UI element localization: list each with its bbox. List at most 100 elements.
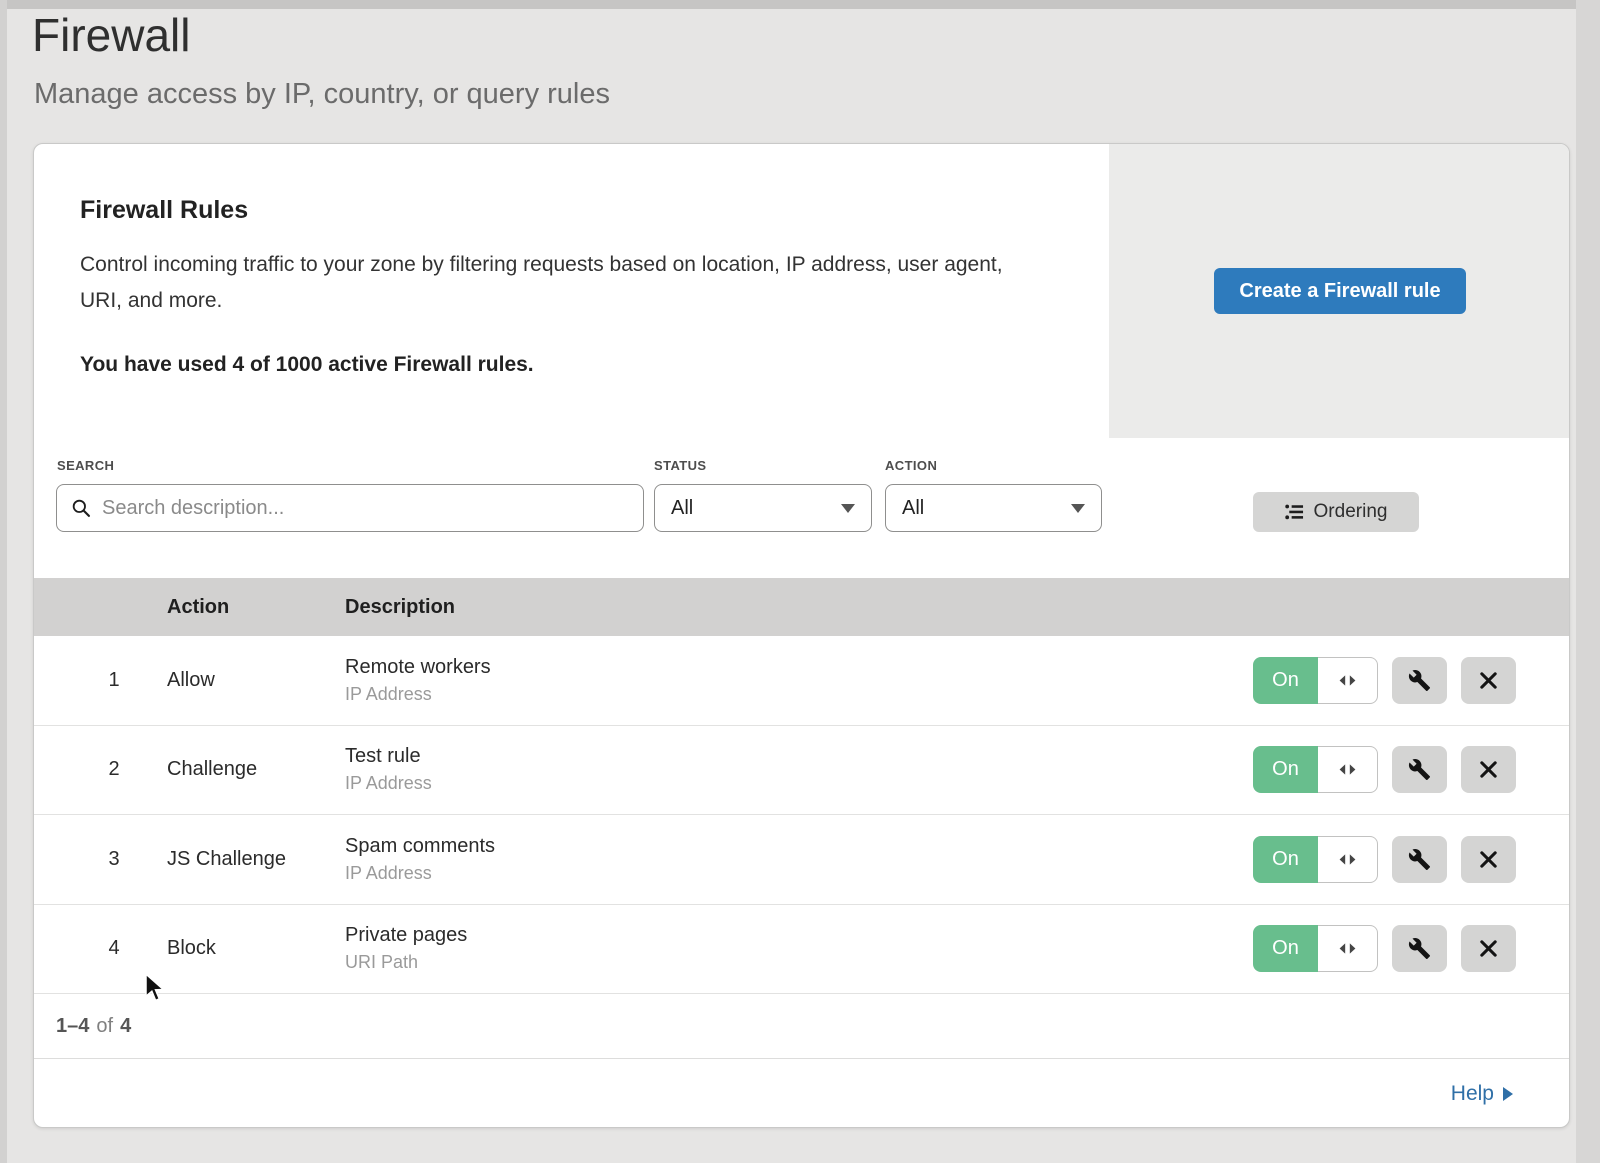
rule-enabled-toggle[interactable]: On [1253, 746, 1378, 793]
create-firewall-rule-button[interactable]: Create a Firewall rule [1214, 268, 1466, 314]
edit-rule-button[interactable] [1392, 925, 1447, 972]
ordering-button-label: Ordering [1314, 501, 1388, 523]
search-box[interactable] [56, 484, 644, 532]
rule-enabled-toggle[interactable]: On [1253, 925, 1378, 972]
window-edge-right [1576, 0, 1600, 1163]
card-action-panel: Create a Firewall rule [1109, 144, 1570, 438]
action-select-value: All [902, 497, 924, 520]
close-icon [1478, 670, 1499, 691]
delete-rule-button[interactable] [1461, 746, 1516, 793]
table-row: 3 JS Challenge Spam comments IP Address … [34, 815, 1569, 905]
delete-rule-button[interactable] [1461, 657, 1516, 704]
rule-controls: On [1253, 657, 1516, 704]
toggle-on-label: On [1253, 657, 1318, 704]
rule-description: Private pages [345, 924, 1253, 947]
wrench-icon [1408, 669, 1431, 692]
card-intro: Firewall Rules Control incoming traffic … [34, 144, 1109, 438]
firewall-page: Firewall Manage access by IP, country, o… [0, 0, 1600, 1163]
search-icon [71, 498, 91, 518]
rule-action: Allow [167, 669, 345, 692]
caret-down-icon [1071, 504, 1085, 513]
toggle-handle[interactable] [1318, 836, 1378, 883]
toggle-arrows-icon [1336, 763, 1359, 776]
rule-description-cell: Spam comments IP Address [345, 835, 1253, 884]
card-heading: Firewall Rules [80, 196, 1109, 225]
edit-rule-button[interactable] [1392, 657, 1447, 704]
toggle-handle[interactable] [1318, 657, 1378, 704]
card-top-section: Firewall Rules Control incoming traffic … [34, 144, 1569, 438]
action-column-header: Action [167, 596, 345, 619]
rule-priority: 2 [34, 758, 167, 781]
toggle-on-label: On [1253, 925, 1318, 972]
rule-match-type: URI Path [345, 952, 1253, 973]
rule-description: Remote workers [345, 656, 1253, 679]
help-link-label: Help [1451, 1082, 1494, 1106]
action-select[interactable]: All [885, 484, 1102, 532]
pagination-of: of [96, 1015, 113, 1038]
rule-controls: On [1253, 836, 1516, 883]
rule-match-type: IP Address [345, 863, 1253, 884]
rule-match-type: IP Address [345, 773, 1253, 794]
rule-description-cell: Private pages URI Path [345, 924, 1253, 973]
help-link[interactable]: Help [1451, 1082, 1513, 1106]
rule-action: JS Challenge [167, 848, 345, 871]
close-icon [1478, 759, 1499, 780]
rule-priority: 4 [34, 937, 167, 960]
wrench-icon [1408, 937, 1431, 960]
table-header: Action Description [34, 578, 1569, 636]
caret-down-icon [841, 504, 855, 513]
edit-rule-button[interactable] [1392, 836, 1447, 883]
close-icon [1478, 938, 1499, 959]
rule-description-cell: Test rule IP Address [345, 745, 1253, 794]
rule-controls: On [1253, 925, 1516, 972]
close-icon [1478, 849, 1499, 870]
ordering-list-icon [1285, 504, 1304, 520]
action-label: ACTION [885, 458, 937, 473]
rule-description: Test rule [345, 745, 1253, 768]
rule-action: Challenge [167, 758, 345, 781]
toggle-on-label: On [1253, 746, 1318, 793]
card-description: Control incoming traffic to your zone by… [80, 247, 1045, 319]
rule-enabled-toggle[interactable]: On [1253, 657, 1378, 704]
rule-enabled-toggle[interactable]: On [1253, 836, 1378, 883]
wrench-icon [1408, 848, 1431, 871]
rule-match-type: IP Address [345, 684, 1253, 705]
toggle-handle[interactable] [1318, 746, 1378, 793]
pagination-range: 1–4 [56, 1015, 89, 1038]
search-input[interactable] [100, 496, 629, 521]
window-edge-left [0, 0, 7, 1163]
window-edge-top [0, 0, 1600, 9]
page-title: Firewall [32, 8, 190, 62]
rule-controls: On [1253, 746, 1516, 793]
status-select[interactable]: All [654, 484, 872, 532]
rule-action: Block [167, 937, 345, 960]
page-subtitle: Manage access by IP, country, or query r… [34, 78, 610, 111]
toggle-arrows-icon [1336, 674, 1359, 687]
rule-description-cell: Remote workers IP Address [345, 656, 1253, 705]
search-label: SEARCH [57, 458, 114, 473]
help-arrow-icon [1503, 1087, 1513, 1101]
table-row: 2 Challenge Test rule IP Address On [34, 726, 1569, 816]
toggle-handle[interactable] [1318, 925, 1378, 972]
status-select-value: All [671, 497, 693, 520]
toggle-arrows-icon [1336, 942, 1359, 955]
table-row: 4 Block Private pages URI Path On [34, 905, 1569, 995]
toggle-on-label: On [1253, 836, 1318, 883]
edit-rule-button[interactable] [1392, 746, 1447, 793]
delete-rule-button[interactable] [1461, 925, 1516, 972]
firewall-rules-card: Firewall Rules Control incoming traffic … [33, 143, 1570, 1128]
rules-rows: 1 Allow Remote workers IP Address On [34, 636, 1569, 994]
pagination-total: 4 [120, 1015, 131, 1038]
card-footer: Help [34, 1058, 1569, 1128]
toggle-arrows-icon [1336, 853, 1359, 866]
rules-usage-count: You have used 4 of 1000 active Firewall … [80, 353, 1109, 377]
delete-rule-button[interactable] [1461, 836, 1516, 883]
status-label: STATUS [654, 458, 706, 473]
pagination: 1–4 of 4 [34, 994, 1569, 1058]
rule-priority: 1 [34, 669, 167, 692]
rule-priority: 3 [34, 848, 167, 871]
ordering-button[interactable]: Ordering [1253, 492, 1419, 532]
filters-bar: SEARCH STATUS All ACTION All [34, 438, 1569, 578]
table-row: 1 Allow Remote workers IP Address On [34, 636, 1569, 726]
description-column-header: Description [345, 596, 1569, 619]
